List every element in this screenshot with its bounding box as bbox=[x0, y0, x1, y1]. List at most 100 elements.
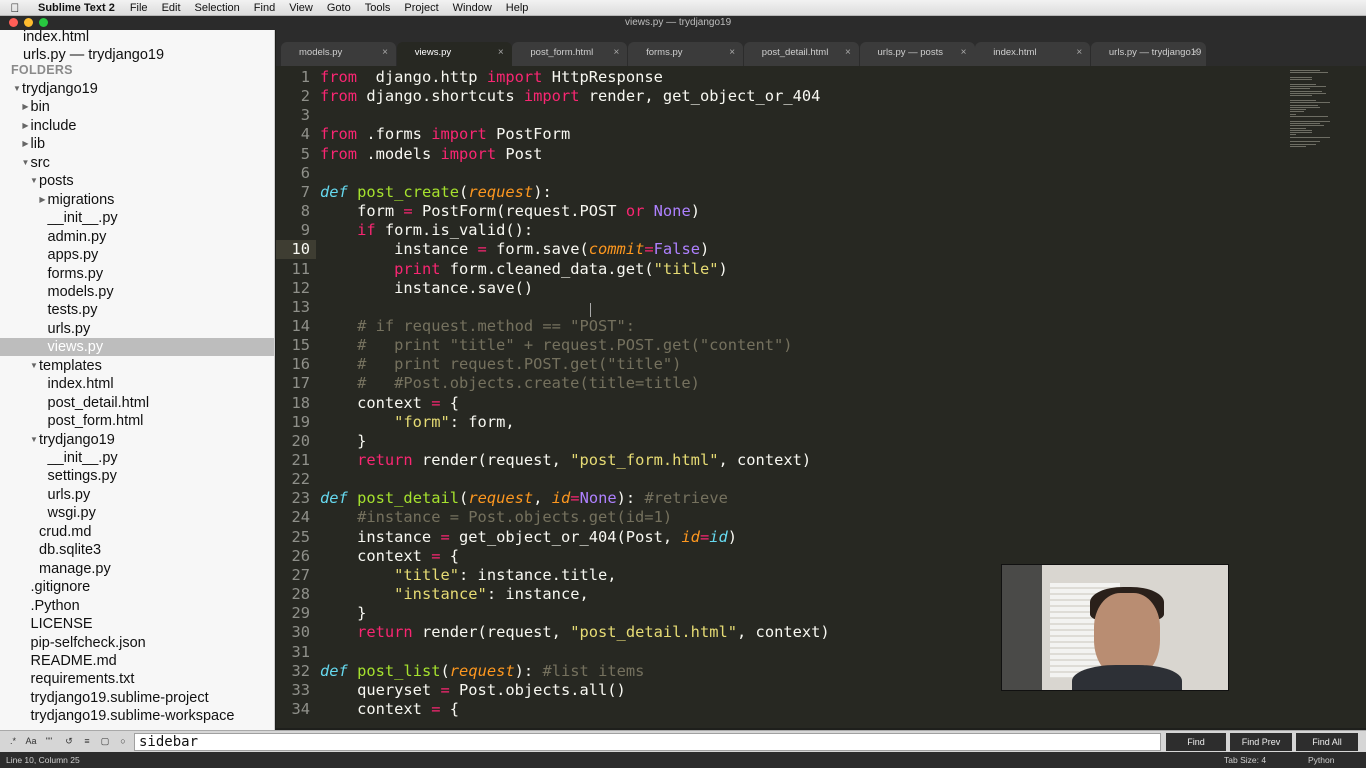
sidebar-folder[interactable]: ▶ include bbox=[0, 117, 274, 135]
code-line[interactable]: if form.is_valid(): bbox=[320, 221, 533, 239]
sidebar-file[interactable]: LICENSE bbox=[0, 615, 274, 633]
code-line[interactable]: instance = get_object_or_404(Post, id=id… bbox=[320, 528, 737, 546]
code-line[interactable]: context = { bbox=[320, 547, 459, 565]
code-line[interactable]: form = PostForm(request.POST or None) bbox=[320, 202, 700, 220]
disclosure-closed-icon[interactable]: ▶ bbox=[21, 98, 31, 116]
menu-view[interactable]: View bbox=[282, 2, 320, 14]
code-line[interactable]: from .models import Post bbox=[320, 145, 542, 163]
tab-close-icon[interactable]: × bbox=[1192, 42, 1198, 64]
sidebar-file[interactable]: db.sqlite3 bbox=[0, 541, 274, 559]
tab-close-icon[interactable]: × bbox=[614, 42, 620, 64]
menu-help[interactable]: Help bbox=[499, 2, 536, 14]
sidebar-folder[interactable]: ▼ trydjango19 bbox=[0, 431, 274, 449]
code-line[interactable]: from django.http import HttpResponse bbox=[320, 68, 663, 86]
tab-urls-py-trydjango19[interactable]: urls.py — trydjango19 × bbox=[1090, 42, 1206, 66]
code-line[interactable]: def post_list(request): #list items bbox=[320, 662, 644, 680]
sidebar-file[interactable]: settings.py bbox=[0, 467, 274, 485]
code-line[interactable]: } bbox=[320, 432, 366, 450]
find-button[interactable]: Find bbox=[1166, 733, 1226, 751]
syntax-mode[interactable]: Python bbox=[1308, 752, 1334, 768]
code-line[interactable]: # print request.POST.get("title") bbox=[320, 355, 681, 373]
sidebar-folder[interactable]: ▼ templates bbox=[0, 357, 274, 375]
disclosure-open-icon[interactable]: ▼ bbox=[29, 172, 39, 190]
code-line[interactable]: instance = form.save(commit=False) bbox=[320, 240, 709, 258]
code-line[interactable]: "title": instance.title, bbox=[320, 566, 616, 584]
sidebar-folder[interactable]: ▼ trydjango19 bbox=[0, 80, 274, 98]
tab-close-icon[interactable]: × bbox=[845, 42, 851, 64]
code-line[interactable]: context = { bbox=[320, 394, 459, 412]
find-all-button[interactable]: Find All bbox=[1296, 733, 1358, 751]
menu-project[interactable]: Project bbox=[397, 2, 445, 14]
tab-post-detail-html[interactable]: post_detail.html × bbox=[743, 42, 859, 66]
sidebar-file[interactable]: models.py bbox=[0, 283, 274, 301]
regex-toggle-icon[interactable]: .* bbox=[6, 734, 20, 748]
tab-index-html[interactable]: index.html × bbox=[975, 42, 1091, 66]
tab-views-py[interactable]: views.py × bbox=[396, 42, 512, 66]
tab-size[interactable]: Tab Size: 4 bbox=[1224, 752, 1266, 768]
disclosure-open-icon[interactable]: ▼ bbox=[29, 431, 39, 449]
highlight-matches-toggle-icon[interactable]: ▢ bbox=[98, 734, 112, 748]
disclosure-open-icon[interactable]: ▼ bbox=[29, 357, 39, 375]
disclosure-open-icon[interactable]: ▼ bbox=[21, 154, 31, 172]
code-line[interactable]: print form.cleaned_data.get("title") bbox=[320, 260, 728, 278]
code-line[interactable]: from .forms import PostForm bbox=[320, 125, 570, 143]
code-line[interactable]: def post_detail(request, id=None): #retr… bbox=[320, 489, 728, 507]
tab-close-icon[interactable]: × bbox=[498, 42, 504, 64]
disclosure-closed-icon[interactable]: ▶ bbox=[21, 117, 31, 135]
sidebar-file[interactable]: apps.py bbox=[0, 246, 274, 264]
sidebar-file[interactable]: urls.py bbox=[0, 486, 274, 504]
in-selection-toggle-icon[interactable]: ≡ bbox=[80, 734, 94, 748]
menu-window[interactable]: Window bbox=[446, 2, 499, 14]
sidebar-file[interactable]: wsgi.py bbox=[0, 504, 274, 522]
code-line[interactable]: return render(request, "post_form.html",… bbox=[320, 451, 811, 469]
case-sensitive-toggle[interactable]: Aa bbox=[24, 734, 38, 748]
disclosure-closed-icon[interactable]: ▶ bbox=[38, 191, 48, 209]
sidebar-file[interactable]: requirements.txt bbox=[0, 670, 274, 688]
option-toggle-icon[interactable]: ○ bbox=[116, 734, 130, 748]
code-line[interactable]: "instance": instance, bbox=[320, 585, 589, 603]
tab-close-icon[interactable]: × bbox=[1076, 42, 1082, 64]
open-file-item[interactable]: index.html bbox=[0, 30, 274, 46]
menu-find[interactable]: Find bbox=[247, 2, 282, 14]
code-line[interactable]: "form": form, bbox=[320, 413, 514, 431]
wrap-toggle-icon[interactable]: ↺ bbox=[62, 734, 76, 748]
code-line[interactable]: context = { bbox=[320, 700, 459, 718]
code-line[interactable]: queryset = Post.objects.all() bbox=[320, 681, 626, 699]
sidebar-file[interactable]: tests.py bbox=[0, 301, 274, 319]
sidebar-folder[interactable]: ▼ src bbox=[0, 154, 274, 172]
sidebar-file[interactable]: manage.py bbox=[0, 560, 274, 578]
sidebar-file[interactable]: pip-selfcheck.json bbox=[0, 634, 274, 652]
tab-close-icon[interactable]: × bbox=[382, 42, 388, 64]
sidebar-folder[interactable]: ▶ lib bbox=[0, 135, 274, 153]
menu-selection[interactable]: Selection bbox=[188, 2, 247, 14]
sidebar-file[interactable]: crud.md bbox=[0, 523, 274, 541]
code-line[interactable]: } bbox=[320, 604, 366, 622]
sidebar-file[interactable]: index.html bbox=[0, 375, 274, 393]
sidebar-file[interactable]: admin.py bbox=[0, 228, 274, 246]
tab-urls-py-posts[interactable]: urls.py — posts × bbox=[859, 42, 975, 66]
menu-file[interactable]: File bbox=[123, 2, 155, 14]
code-line[interactable]: from django.shortcuts import render, get… bbox=[320, 87, 820, 105]
disclosure-closed-icon[interactable]: ▶ bbox=[21, 135, 31, 153]
minimap[interactable] bbox=[1286, 66, 1366, 156]
code-line[interactable]: # #Post.objects.create(title=title) bbox=[320, 374, 700, 392]
sidebar-file[interactable]: views.py bbox=[0, 338, 274, 357]
sidebar-file[interactable]: forms.py bbox=[0, 265, 274, 283]
code-line[interactable]: # print "title" + request.POST.get("cont… bbox=[320, 336, 793, 354]
menu-tools[interactable]: Tools bbox=[358, 2, 398, 14]
sidebar-file[interactable]: trydjango19.sublime-project bbox=[0, 689, 274, 707]
tab-close-icon[interactable]: × bbox=[961, 42, 967, 64]
sidebar-folder[interactable]: ▶ bin bbox=[0, 98, 274, 116]
tab-post-form-html[interactable]: post_form.html × bbox=[512, 42, 628, 66]
code-line[interactable]: # if request.method == "POST": bbox=[320, 317, 635, 335]
open-file-item[interactable]: urls.py — trydjango19 bbox=[0, 46, 274, 64]
find-input[interactable]: sidebar bbox=[134, 733, 1161, 751]
sidebar-file[interactable]: .Python bbox=[0, 597, 274, 615]
tab-models-py[interactable]: models.py × bbox=[281, 42, 396, 66]
whole-word-toggle[interactable]: "" bbox=[42, 734, 56, 748]
sidebar-file[interactable]: README.md bbox=[0, 652, 274, 670]
sidebar-file[interactable]: post_detail.html bbox=[0, 394, 274, 412]
sidebar-file[interactable]: trydjango19.sublime-workspace bbox=[0, 707, 274, 725]
sidebar-file[interactable]: .gitignore bbox=[0, 578, 274, 596]
sidebar-file[interactable]: __init__.py bbox=[0, 449, 274, 467]
